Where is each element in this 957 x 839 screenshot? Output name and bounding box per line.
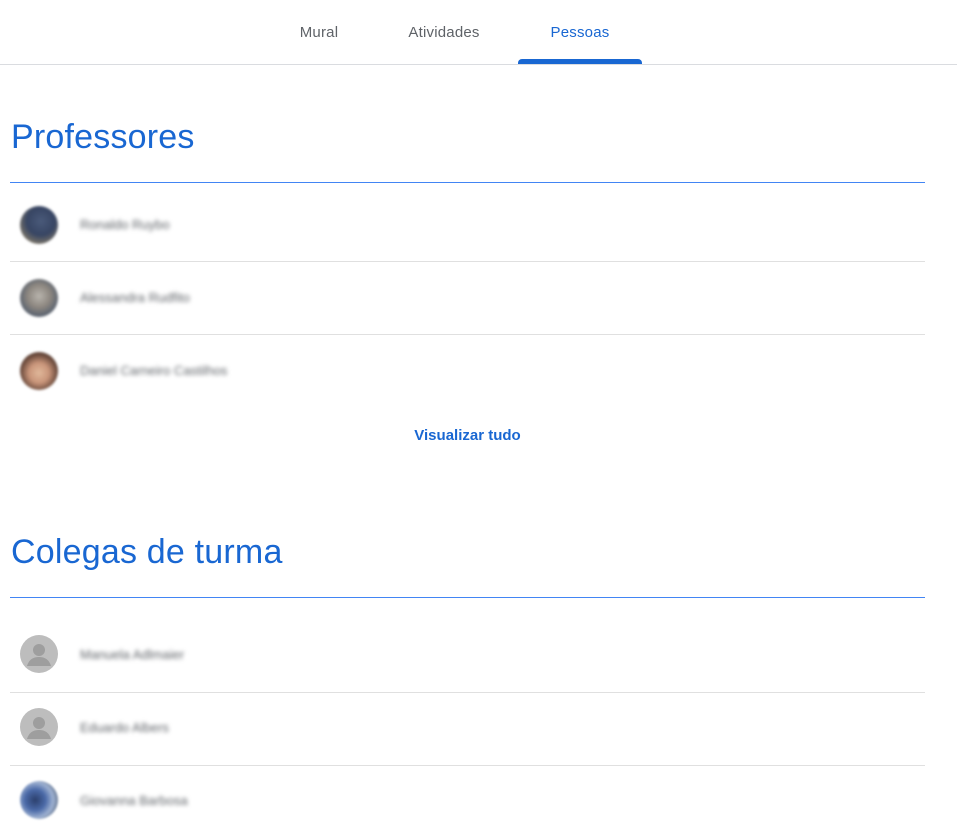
teacher-row[interactable]: Daniel Carneiro Castilhos: [10, 335, 925, 408]
avatar: [20, 279, 58, 317]
view-all-teachers-link[interactable]: Visualizar tudo: [0, 427, 935, 444]
teacher-row[interactable]: Alessandra Rudfito: [10, 262, 925, 335]
section-divider-professores: [10, 182, 925, 183]
person-name: Eduardo Albers: [80, 720, 169, 735]
classmate-row[interactable]: Giovanna Barbosa: [10, 766, 925, 839]
person-name: Daniel Carneiro Castilhos: [80, 363, 228, 378]
avatar: [20, 781, 58, 819]
tab-mural[interactable]: Mural: [282, 0, 356, 64]
class-tab-bar: Mural Atividades Pessoas: [0, 0, 957, 65]
person-name: Ronaldo Ruybo: [80, 217, 170, 232]
person-name: Giovanna Barbosa: [80, 793, 188, 808]
section-title-professores: Professores: [11, 118, 195, 156]
tab-atividades[interactable]: Atividades: [384, 0, 504, 64]
section-divider-colegas: [10, 597, 925, 598]
classmate-row[interactable]: Manuela Adlmaier: [10, 620, 925, 693]
section-title-colegas: Colegas de turma: [11, 533, 283, 571]
avatar: [20, 206, 58, 244]
default-avatar-icon: [20, 635, 58, 673]
person-name: Manuela Adlmaier: [80, 647, 185, 662]
classmate-row[interactable]: Eduardo Albers: [10, 693, 925, 766]
person-name: Alessandra Rudfito: [80, 290, 190, 305]
default-avatar-icon: [20, 708, 58, 746]
avatar: [20, 352, 58, 390]
tab-pessoas[interactable]: Pessoas: [518, 0, 642, 64]
teacher-row[interactable]: Ronaldo Ruybo: [10, 189, 925, 262]
active-tab-indicator: [518, 59, 642, 64]
